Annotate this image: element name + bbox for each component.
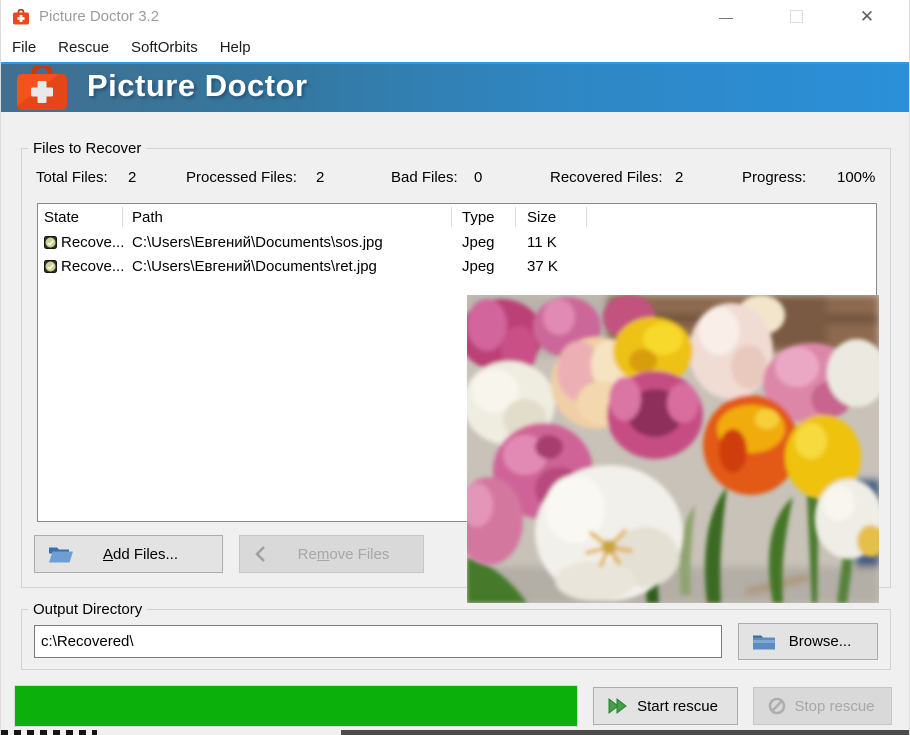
row-state: Recove... (61, 258, 123, 275)
row-size: 37 K (516, 258, 587, 275)
app-logo-title: Picture Doctor (87, 68, 308, 104)
size-header-label: Size (527, 209, 556, 226)
taskbar-edge (341, 730, 910, 735)
progress-value: 100% (837, 169, 875, 186)
column-header-size[interactable]: Size (516, 207, 587, 227)
recovered-check-icon (44, 260, 57, 273)
app-banner: Picture Doctor (1, 62, 909, 112)
output-directory-label: Output Directory (28, 601, 147, 618)
menu-help[interactable]: Help (209, 35, 262, 60)
type-header-label: Type (462, 209, 495, 226)
maximize-icon (790, 10, 803, 23)
minimize-icon: — (719, 9, 733, 25)
menu-file[interactable]: File (1, 35, 47, 60)
recovered-files-label: Recovered Files: (550, 169, 663, 186)
first-aid-kit-icon (15, 66, 69, 112)
folder-open-icon (48, 545, 74, 564)
column-header-path[interactable]: Path (123, 207, 452, 227)
window-title: Picture Doctor 3.2 (39, 8, 159, 25)
menu-rescue[interactable]: Rescue (47, 35, 120, 60)
menu-bar: File Rescue SoftOrbits Help (1, 33, 909, 62)
preview-image (467, 295, 879, 603)
app-window: Picture Doctor 3.2 — ✕ File Rescue SoftO… (0, 0, 910, 735)
progress-label: Progress: (742, 169, 806, 186)
minimize-button[interactable]: — (703, 0, 749, 33)
browse-button[interactable]: Browse... (738, 623, 878, 660)
recovered-files-value: 2 (675, 169, 683, 186)
column-header-state[interactable]: State (38, 207, 123, 227)
double-arrow-right-icon (607, 697, 629, 715)
total-files-value: 2 (128, 169, 136, 186)
remove-files-label: Remove Files (240, 546, 423, 563)
stop-icon (767, 696, 787, 716)
tulip-photo (467, 295, 879, 603)
remove-files-button[interactable]: Remove Files (239, 535, 424, 573)
maximize-button[interactable] (773, 0, 819, 33)
table-row[interactable]: Recove... C:\Users\Евгений\Documents\ret… (38, 254, 876, 278)
row-path: C:\Users\Евгений\Documents\ret.jpg (123, 258, 452, 275)
add-files-button[interactable]: Add Files... (34, 535, 223, 573)
row-path: C:\Users\Евгений\Documents\sos.jpg (123, 234, 452, 251)
close-icon: ✕ (860, 7, 874, 27)
row-size: 11 K (516, 234, 587, 251)
total-files-label: Total Files: (36, 169, 108, 186)
desktop-artifact (1, 730, 97, 735)
file-list-header: State Path Type Size (38, 204, 876, 230)
processed-files-label: Processed Files: (186, 169, 297, 186)
recovered-check-icon (44, 236, 57, 249)
row-state: Recove... (61, 234, 123, 251)
processed-files-value: 2 (316, 169, 324, 186)
stop-rescue-button[interactable]: Stop rescue (753, 687, 892, 725)
column-header-type[interactable]: Type (452, 207, 516, 227)
chevron-left-icon (253, 545, 267, 563)
row-type: Jpeg (452, 234, 516, 251)
rescue-progress-bar (14, 685, 578, 727)
start-rescue-button[interactable]: Start rescue (593, 687, 738, 725)
close-button[interactable]: ✕ (844, 0, 890, 33)
folder-closed-icon (752, 633, 776, 650)
app-icon (12, 9, 30, 25)
bad-files-label: Bad Files: (391, 169, 458, 186)
title-bar: Picture Doctor 3.2 — ✕ (1, 0, 909, 33)
path-header-label: Path (132, 209, 163, 226)
progress-fill (15, 686, 577, 726)
table-row[interactable]: Recove... C:\Users\Евгений\Documents\sos… (38, 230, 876, 254)
output-directory-input[interactable] (34, 625, 722, 658)
bad-files-value: 0 (474, 169, 482, 186)
files-to-recover-label: Files to Recover (28, 140, 146, 157)
row-type: Jpeg (452, 258, 516, 275)
state-header-label: State (44, 209, 79, 226)
menu-softorbits[interactable]: SoftOrbits (120, 35, 209, 60)
